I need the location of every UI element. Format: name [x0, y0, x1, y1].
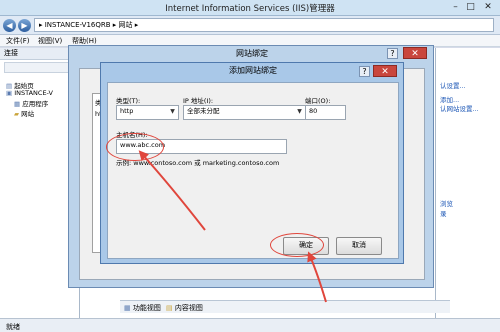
arrow-to-hostname	[138, 150, 206, 231]
annotation-arrows	[138, 150, 327, 303]
arrow-to-ok	[307, 251, 327, 303]
